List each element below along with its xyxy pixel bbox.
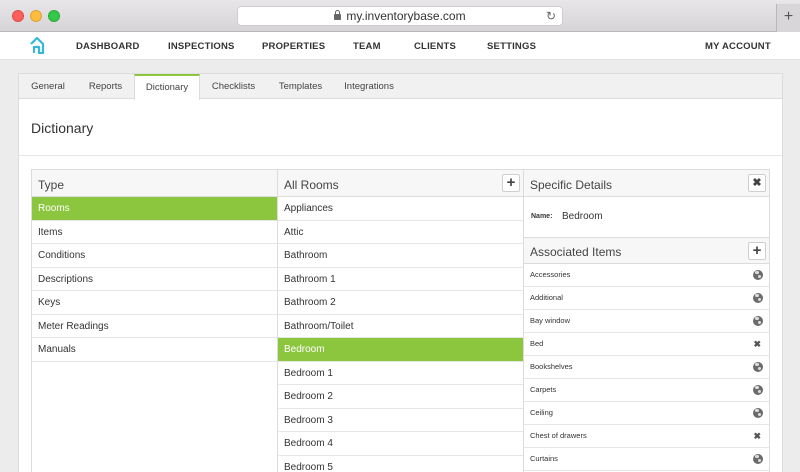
room-list-item[interactable]: Bedroom 3: [278, 409, 523, 432]
remove-icon[interactable]: ✖: [753, 333, 761, 355]
associated-item-label: Bookshelves: [530, 362, 573, 371]
room-list-item[interactable]: Bedroom 2: [278, 385, 523, 409]
close-details-button[interactable]: ✖: [748, 174, 766, 192]
browser-toolbar: my.inventorybase.com ↻ +: [0, 0, 800, 32]
type-list-item[interactable]: Descriptions: [32, 268, 277, 291]
add-associated-item-button[interactable]: +: [748, 242, 766, 260]
globe-icon[interactable]: [753, 362, 763, 372]
associated-items-header: Associated Items +: [524, 238, 769, 264]
associated-item-row[interactable]: Additional: [524, 287, 769, 310]
associated-item-label: Accessories: [530, 270, 571, 279]
associated-item-label: Ceiling: [530, 408, 553, 417]
type-list-item[interactable]: Manuals: [32, 338, 277, 362]
room-list-item[interactable]: Bedroom: [278, 338, 523, 362]
tab-dictionary[interactable]: Dictionary: [134, 74, 200, 100]
nav-my-account[interactable]: MY ACCOUNT: [705, 41, 771, 52]
name-value[interactable]: Bedroom: [562, 211, 603, 222]
type-list-item[interactable]: Conditions: [32, 244, 277, 268]
type-column-title: Type: [38, 178, 65, 192]
rooms-column-title: All Rooms: [284, 178, 339, 192]
room-list-item[interactable]: Attic: [278, 221, 523, 244]
associated-item-label: Additional: [530, 293, 563, 302]
add-room-button[interactable]: +: [502, 174, 520, 192]
tab-general[interactable]: General: [19, 74, 77, 99]
nav-properties[interactable]: PROPERTIES: [262, 41, 325, 52]
room-list-item[interactable]: Bathroom/Toilet: [278, 315, 523, 338]
close-window-button[interactable]: [12, 10, 24, 22]
globe-icon[interactable]: [753, 408, 763, 418]
associated-item-row[interactable]: Curtains: [524, 448, 769, 471]
nav-team[interactable]: TEAM: [353, 41, 381, 52]
reload-icon[interactable]: ↻: [546, 9, 556, 23]
settings-card: General Reports Dictionary Checklists Te…: [18, 73, 783, 472]
address-bar[interactable]: my.inventorybase.com ↻: [237, 6, 563, 26]
globe-icon[interactable]: [753, 293, 763, 303]
title-divider: [19, 155, 782, 156]
associated-item-label: Chest of drawers: [530, 431, 587, 440]
room-list-item[interactable]: Bathroom 1: [278, 268, 523, 291]
room-list-item[interactable]: Bedroom 4: [278, 432, 523, 456]
tab-reports[interactable]: Reports: [77, 74, 134, 99]
associated-item-row[interactable]: Accessories: [524, 264, 769, 287]
type-column-header: Type: [32, 170, 277, 197]
globe-icon[interactable]: [753, 454, 763, 464]
type-list-item[interactable]: Rooms: [32, 197, 277, 221]
associated-item-row[interactable]: Ceiling: [524, 402, 769, 425]
associated-item-row[interactable]: Bed ✖: [524, 333, 769, 356]
rooms-column-header: All Rooms +: [278, 170, 523, 197]
nav-inspections[interactable]: INSPECTIONS: [168, 41, 235, 52]
room-list-item[interactable]: Bedroom 5: [278, 456, 523, 472]
type-list-item[interactable]: Items: [32, 221, 277, 244]
rooms-column: All Rooms + Appliances Attic Bathroom Bathr…: [277, 169, 524, 472]
type-column: Type Rooms Items Conditions Descriptions Key…: [31, 169, 278, 472]
app-navbar: DASHBOARD INSPECTIONS PROPERTIES TEAM CL…: [0, 32, 800, 60]
associated-item-label: Carpets: [530, 385, 557, 394]
tab-integrations[interactable]: Integrations: [334, 74, 404, 99]
room-list-item[interactable]: Bedroom 1: [278, 362, 523, 385]
type-list-item[interactable]: Keys: [32, 291, 277, 315]
url-text: my.inventorybase.com: [346, 9, 466, 23]
nav-dashboard[interactable]: DASHBOARD: [76, 41, 140, 52]
name-label: Name:: [531, 213, 553, 220]
globe-icon[interactable]: [753, 385, 763, 395]
details-column-header: Specific Details ✖: [524, 170, 769, 197]
detail-name-row: Name: Bedroom: [524, 197, 769, 238]
zoom-window-button[interactable]: [48, 10, 60, 22]
nav-clients[interactable]: CLIENTS: [414, 41, 456, 52]
type-list: Rooms Items Conditions Descriptions Keys Mete…: [32, 197, 277, 362]
associated-items-title: Associated Items: [530, 245, 622, 259]
tab-checklists[interactable]: Checklists: [200, 74, 267, 99]
lock-icon: [334, 10, 342, 20]
tab-templates[interactable]: Templates: [267, 74, 334, 99]
globe-icon[interactable]: [753, 270, 763, 280]
new-tab-button[interactable]: +: [776, 4, 800, 32]
associated-items-list: Accessories Additional Bay window Bed ✖ Books…: [524, 264, 769, 471]
globe-icon[interactable]: [753, 316, 763, 326]
nav-settings[interactable]: SETTINGS: [487, 41, 536, 52]
associated-item-row[interactable]: Carpets: [524, 379, 769, 402]
associated-item-row[interactable]: Bay window: [524, 310, 769, 333]
associated-item-label: Bay window: [530, 316, 571, 325]
rooms-list: Appliances Attic Bathroom Bathroom 1 Bathroo…: [278, 197, 523, 472]
settings-tabs: General Reports Dictionary Checklists Te…: [19, 74, 782, 100]
associated-item-label: Bed: [530, 339, 544, 348]
inventorybase-logo[interactable]: [29, 36, 45, 54]
page-title: Dictionary: [31, 120, 94, 136]
remove-icon[interactable]: ✖: [753, 425, 761, 447]
room-list-item[interactable]: Appliances: [278, 197, 523, 221]
details-column: Specific Details ✖ Name: Bedroom Associa…: [523, 169, 770, 472]
room-list-item[interactable]: Bathroom 2: [278, 291, 523, 315]
minimize-window-button[interactable]: [30, 10, 42, 22]
details-column-title: Specific Details: [530, 178, 613, 192]
type-list-item[interactable]: Meter Readings: [32, 315, 277, 338]
room-list-item[interactable]: Bathroom: [278, 244, 523, 268]
associated-item-label: Curtains: [530, 454, 558, 463]
associated-item-row[interactable]: Chest of drawers ✖: [524, 425, 769, 448]
associated-item-row[interactable]: Bookshelves: [524, 356, 769, 379]
